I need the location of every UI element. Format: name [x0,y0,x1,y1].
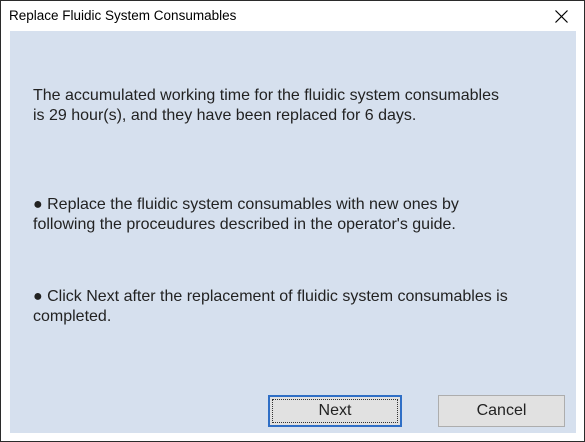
dialog-body: The accumulated working time for the flu… [10,31,576,433]
dialog-title: Replace Fluidic System Consumables [9,8,237,23]
close-button[interactable] [540,1,584,31]
cancel-button[interactable]: Cancel [438,395,565,427]
cancel-button-label: Cancel [476,402,527,419]
title-bar: Replace Fluidic System Consumables [1,1,584,31]
replace-instruction: ● Replace the fluidic system consumables… [33,196,459,233]
replace-consumables-dialog: Replace Fluidic System Consumables The a… [0,0,585,442]
focus-rectangle [272,399,398,423]
working-time-message: The accumulated working time for the flu… [33,87,499,124]
next-instruction: ● Click Next after the replacement of fl… [33,288,508,325]
close-icon [555,10,568,23]
next-button[interactable]: Next [268,395,402,427]
